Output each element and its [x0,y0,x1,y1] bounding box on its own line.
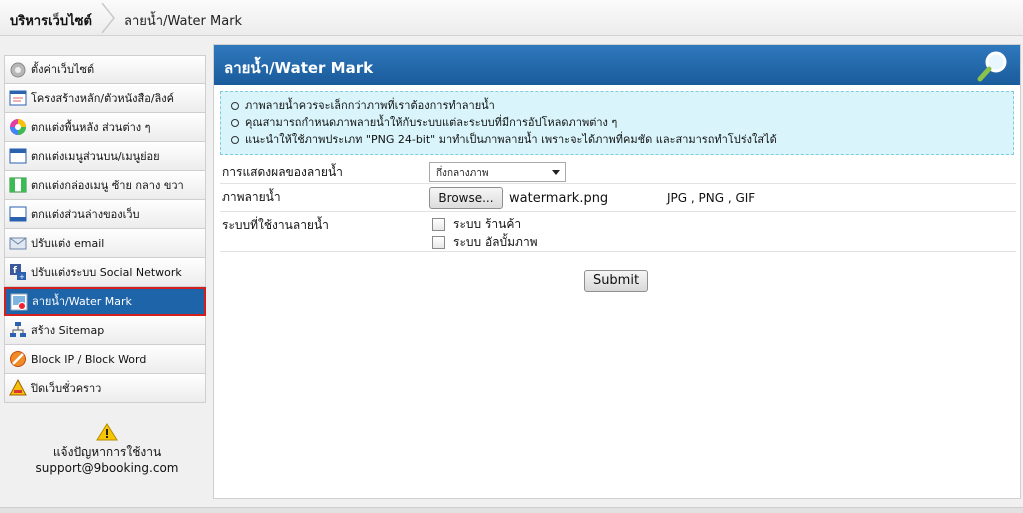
footer-icon [9,205,27,223]
menu-box-icon [9,176,27,194]
sidebar-item-label: ตกแต่งส่วนล่างของเว็บ [31,207,140,221]
sidebar-item-label: ตกแต่งเมนูส่วนบน/เมนูย่อย [31,149,160,163]
sidebar-item-label: โครงสร้างหลัก/ตัวหนังสือ/ลิงค์ [31,91,175,105]
sidebar-item-menu-box[interactable]: ตกแต่งกล่องเมนู ซ้าย กลาง ขวา [4,171,206,200]
breadcrumb-separator-icon [101,3,115,33]
shop-system-option[interactable]: ระบบ ร้านค้า [432,215,521,234]
svg-text:+: + [19,273,25,281]
panel-header: ลายน้ำ/Water Mark [214,45,1020,85]
breadcrumb-current: ลายน้ำ/Water Mark [124,14,243,29]
browse-button[interactable]: Browse... [429,187,503,209]
magnifier-icon [977,51,1007,82]
breadcrumb-home[interactable]: บริหารเว็บไซต์ [10,10,92,31]
sidebar-item-label: ปิดเว็บชั่วคราว [31,381,102,395]
info-notes: ภาพลายน้ำควรจะเล็กกว่าภาพที่เราต้องการทำ… [220,91,1014,155]
page-bottom-border [0,507,1023,513]
shop-system-label: ระบบ ร้านค้า [453,217,522,231]
color-wheel-icon [9,118,27,136]
position-select-value: กึ่งกลางภาพ [436,168,489,179]
systems-label: ระบบที่ใช้งานลายน้ำ [222,218,329,232]
sidebar-item-label: ตกแต่งพื้นหลัง ส่วนต่าง ๆ [31,120,151,134]
position-select[interactable]: กึ่งกลางภาพ [429,162,566,182]
support-title: แจ้งปัญหาการใช้งาน [52,445,162,459]
chevron-down-icon [552,170,560,175]
album-system-label: ระบบ อัลบั้มภาพ [453,235,538,249]
sidebar-item-label: Block IP / Block Word [31,352,147,366]
album-system-option[interactable]: ระบบ อัลบั้มภาพ [432,233,538,252]
position-row: การแสดงผลของลายน้ำ กึ่งกลางภาพ [220,159,1016,184]
watermark-icon [10,293,28,311]
email-icon [9,234,27,252]
sidebar-item-email[interactable]: ปรับแต่ง email [4,229,206,258]
sidebar-item-watermark[interactable]: ลายน้ำ/Water Mark [4,287,206,316]
top-menu-icon [9,147,27,165]
svg-text:f: f [13,266,17,276]
note-item: แนะนำให้ใช้ภาพประเภท "PNG 24-bit" มาทำเป… [229,131,1005,148]
sitemap-icon [9,321,27,339]
album-system-checkbox[interactable] [432,236,445,249]
sidebar-menu: ตั้งค่าเว็บไซต์ โครงสร้างหลัก/ตัวหนังสือ… [4,55,206,403]
breadcrumb: บริหารเว็บไซต์ ลายน้ำ/Water Mark [0,0,1023,36]
sidebar-item-label: ตั้งค่าเว็บไซต์ [31,63,95,76]
sidebar-item-social[interactable]: f + ปรับแต่งระบบ Social Network [4,258,206,287]
shop-system-checkbox[interactable] [432,218,445,231]
sidebar-item-label: ลายน้ำ/Water Mark [32,295,132,308]
allowed-file-types: JPG , PNG , GIF [667,191,756,205]
sidebar-item-footer[interactable]: ตกแต่งส่วนล่างของเว็บ [4,200,206,229]
support-email[interactable]: support@9booking.com [4,460,210,476]
note-item: ภาพลายน้ำควรจะเล็กกว่าภาพที่เราต้องการทำ… [229,97,1005,114]
gear-icon [9,61,27,79]
sidebar-item-site-settings[interactable]: ตั้งค่าเว็บไซต์ [4,55,206,84]
position-label: การแสดงผลของลายน้ำ [222,165,343,179]
systems-row: ระบบที่ใช้งานลายน้ำ ระบบ ร้านค้า ระบบ อั… [220,212,1016,252]
page-title: ลายน้ำ/Water Mark [224,59,374,77]
warning-icon [96,423,118,441]
facebook-icon: f + [9,263,27,281]
layout-icon [9,89,27,107]
watermark-form: การแสดงผลของลายน้ำ กึ่งกลางภาพ ภาพลายน้ำ… [214,159,1022,252]
sidebar-item-top-menu[interactable]: ตกแต่งเมนูส่วนบน/เมนูย่อย [4,142,206,171]
construction-icon [9,378,27,397]
sidebar-item-label: ปรับแต่งระบบ Social Network [31,265,182,279]
image-row: ภาพลายน้ำ Browse... watermark.png JPG , … [220,184,1016,212]
sidebar-item-background[interactable]: ตกแต่งพื้นหลัง ส่วนต่าง ๆ [4,113,206,142]
sidebar-item-label: ปรับแต่ง email [31,236,105,250]
image-label: ภาพลายน้ำ [222,190,281,204]
sidebar-item-sitemap[interactable]: สร้าง Sitemap [4,316,206,345]
file-name: watermark.png [509,191,609,206]
sidebar-item-close-site[interactable]: ปิดเว็บชั่วคราว [4,374,206,403]
submit-button[interactable]: Submit [584,270,648,292]
sidebar-item-block[interactable]: Block IP / Block Word [4,345,206,374]
sidebar-item-label: ตกแต่งกล่องเมนู ซ้าย กลาง ขวา [31,178,184,192]
sidebar-item-label: สร้าง Sitemap [31,323,105,337]
sidebar-item-layout[interactable]: โครงสร้างหลัก/ตัวหนังสือ/ลิงค์ [4,84,206,113]
watermark-panel: ลายน้ำ/Water Mark ภาพลายน้ำควรจะเล็กกว่า… [213,44,1021,499]
note-item: คุณสามารถกำหนดภาพลายน้ำให้กับระบบแต่ละระ… [229,114,1005,131]
block-icon [9,350,27,368]
support-info: แจ้งปัญหาการใช้งาน support@9booking.com [4,423,210,476]
